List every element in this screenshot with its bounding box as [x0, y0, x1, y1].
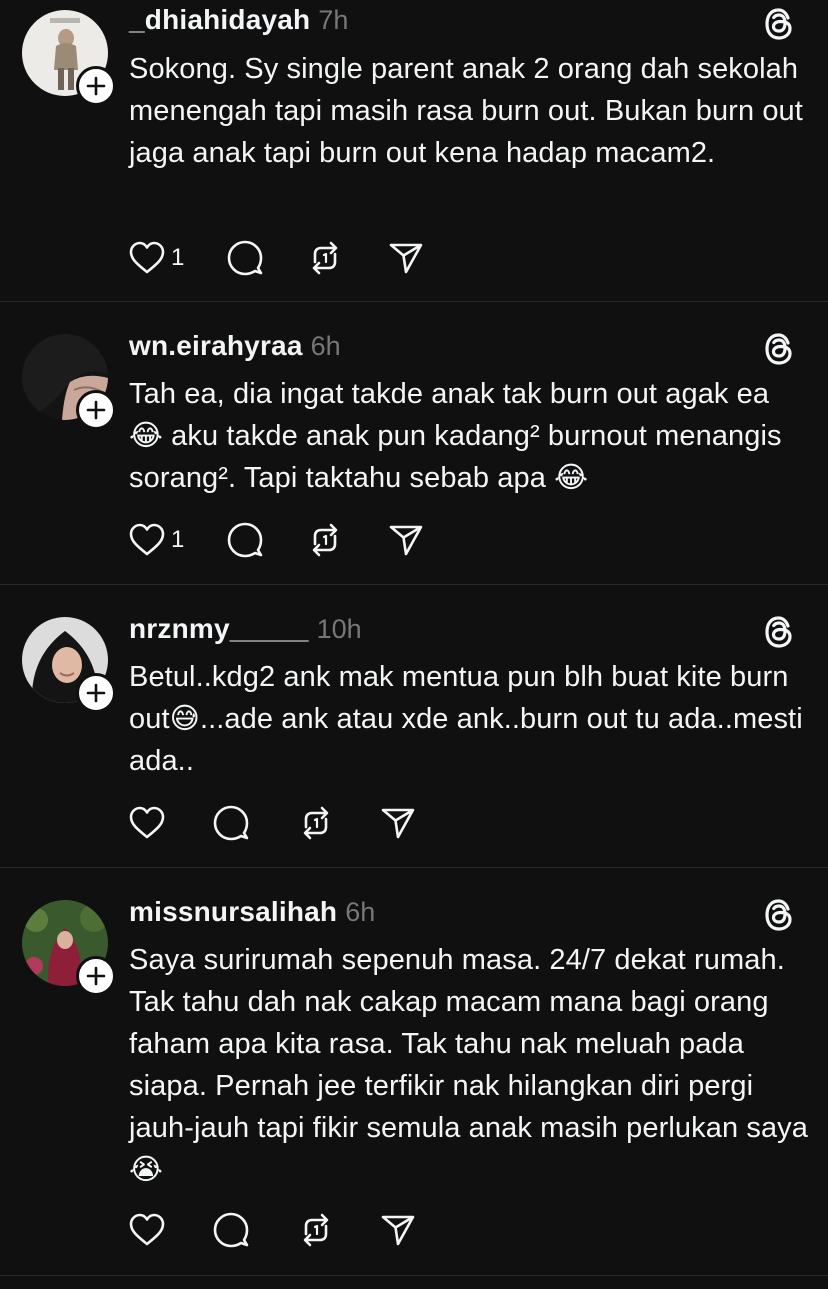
like-button[interactable] — [129, 806, 165, 840]
threads-logo-icon[interactable] — [761, 6, 797, 42]
repost-button[interactable] — [298, 805, 334, 841]
username[interactable]: nrznmy_____ — [129, 613, 309, 645]
repost-button[interactable] — [298, 1212, 334, 1248]
comment-button[interactable] — [227, 240, 263, 276]
divider — [0, 301, 828, 302]
repost-button[interactable] — [307, 522, 343, 558]
timestamp: 6h — [345, 897, 376, 927]
repost-button[interactable] — [307, 240, 343, 276]
post-header: _dhiahidayah 7h — [129, 4, 348, 40]
share-button[interactable] — [389, 241, 423, 275]
plus-icon — [86, 966, 106, 986]
comment-button[interactable] — [213, 805, 249, 841]
repost-icon — [303, 806, 329, 840]
comment-button[interactable] — [213, 1212, 249, 1248]
plus-icon — [86, 683, 106, 703]
like-button[interactable]: 1 — [129, 241, 184, 275]
share-icon — [390, 243, 423, 274]
heart-icon — [129, 523, 165, 556]
divider — [0, 584, 828, 585]
divider — [0, 867, 828, 868]
share-button[interactable] — [389, 523, 423, 557]
heart-icon — [129, 1213, 165, 1246]
comment-button[interactable] — [227, 522, 263, 558]
share-button[interactable] — [381, 1213, 415, 1247]
heart-icon — [129, 241, 165, 274]
share-icon — [390, 525, 423, 556]
post-actions — [129, 803, 415, 843]
post-actions — [129, 1210, 415, 1250]
follow-button[interactable] — [76, 673, 116, 713]
divider — [0, 1275, 828, 1276]
repost-icon — [313, 241, 338, 275]
threads-logo-icon[interactable] — [761, 331, 797, 367]
comment-icon — [228, 522, 263, 558]
follow-button[interactable] — [76, 390, 116, 430]
like-button[interactable]: 1 — [129, 523, 184, 557]
post-text: Sokong. Sy single parent anak 2 orang da… — [129, 53, 803, 169]
username[interactable]: missnursalihah — [129, 896, 337, 928]
share-button[interactable] — [381, 806, 415, 840]
threads-logo-icon[interactable] — [761, 897, 797, 933]
plus-icon — [86, 76, 106, 96]
like-count: 1 — [171, 526, 185, 553]
threads-logo-icon[interactable] — [761, 614, 797, 650]
post-actions: 1 — [129, 238, 423, 278]
like-count: 1 — [171, 244, 185, 271]
post-header: wn.eirahyraa 6h — [129, 330, 341, 366]
share-icon — [381, 808, 415, 839]
share-icon — [381, 1215, 415, 1246]
username[interactable]: wn.eirahyraa — [129, 330, 303, 362]
comment-icon — [213, 1212, 249, 1248]
comment-icon — [228, 240, 263, 276]
repost-icon — [313, 523, 338, 557]
post-text: Tah ea, dia ingat takde anak tak burn ou… — [129, 378, 782, 494]
post-header: nrznmy_____ 10h — [129, 613, 362, 649]
post-text: Saya surirumah sepenuh masa. 24/7 dekat … — [129, 944, 808, 1186]
timestamp: 10h — [316, 614, 362, 644]
timestamp: 7h — [318, 5, 349, 35]
plus-icon — [86, 400, 106, 420]
follow-button[interactable] — [76, 956, 116, 996]
follow-button[interactable] — [76, 66, 116, 106]
timestamp: 6h — [310, 331, 341, 361]
post-actions: 1 — [129, 520, 423, 560]
username[interactable]: _dhiahidayah — [129, 4, 310, 36]
post-header: missnursalihah 6h — [129, 896, 375, 932]
repost-icon — [303, 1213, 329, 1247]
post-text: Betul..kdg2 ank mak mentua pun blh buat … — [129, 661, 803, 777]
heart-icon — [129, 806, 165, 839]
like-button[interactable] — [129, 1213, 165, 1247]
comment-icon — [213, 805, 249, 841]
